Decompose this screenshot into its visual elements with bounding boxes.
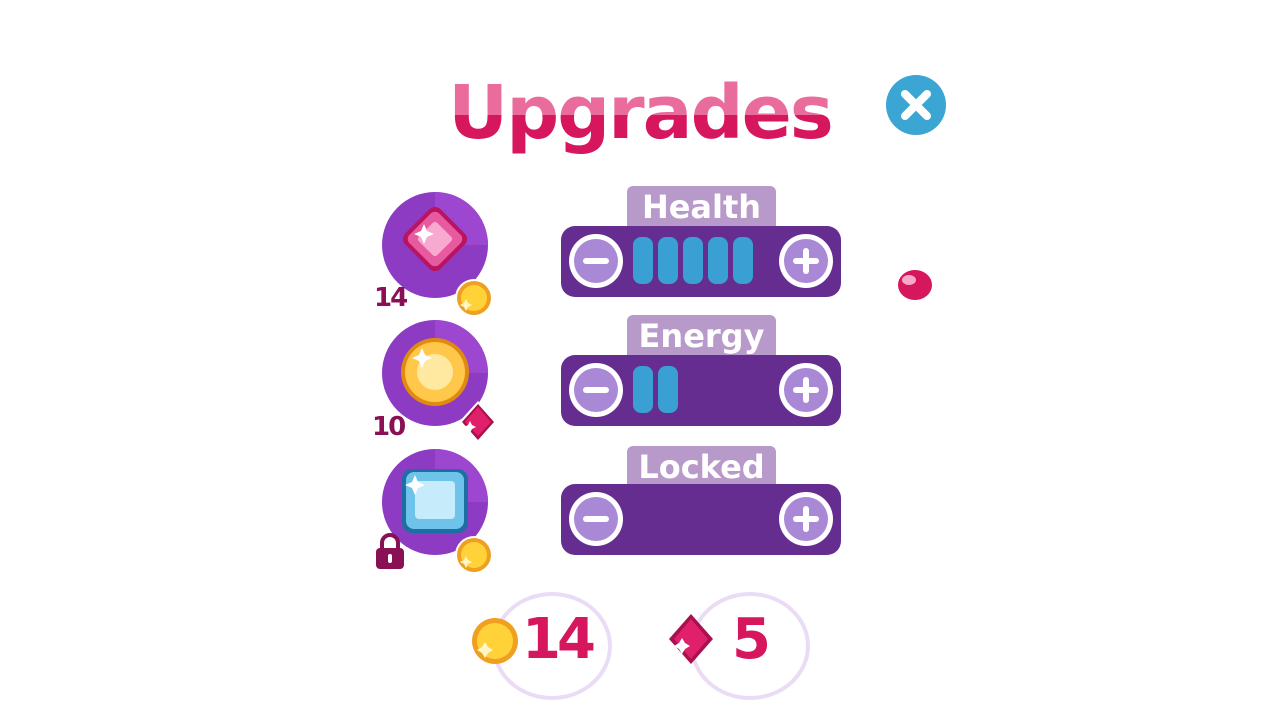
energy-decrease-button[interactable] (569, 363, 623, 417)
cost-label: 14 (374, 283, 408, 313)
coin-icon (455, 279, 493, 317)
level-pip (683, 237, 703, 284)
pink-diamond-icon (669, 614, 713, 664)
coin-icon (455, 536, 493, 574)
locked-decrease-button[interactable] (569, 492, 623, 546)
lock-icon (376, 533, 404, 569)
level-pip (708, 237, 728, 284)
energy-bar (561, 355, 841, 426)
stat-label-health: Health (627, 186, 776, 230)
gem-count: 5 (732, 607, 771, 672)
energy-increase-button[interactable] (779, 363, 833, 417)
locked-increase-button[interactable] (779, 492, 833, 546)
page-title: Upgrades (440, 68, 840, 158)
minus-icon (574, 239, 618, 283)
energy-level-pips (633, 366, 678, 415)
coin-count: 14 (522, 607, 596, 672)
minus-icon (574, 497, 618, 541)
close-button[interactable] (886, 75, 946, 135)
level-pip (633, 366, 653, 413)
plus-icon (784, 368, 828, 412)
pink-orb-icon (898, 270, 932, 300)
coin-icon (472, 618, 518, 664)
minus-icon (574, 368, 618, 412)
cost-label: 10 (372, 412, 406, 442)
locked-bar (561, 484, 841, 555)
health-level-pips (633, 237, 753, 286)
level-pip (733, 237, 753, 284)
health-increase-button[interactable] (779, 234, 833, 288)
level-pip (633, 237, 653, 284)
plus-icon (784, 239, 828, 283)
health-bar (561, 226, 841, 297)
level-pip (658, 237, 678, 284)
close-icon (901, 90, 931, 120)
plus-icon (784, 497, 828, 541)
health-decrease-button[interactable] (569, 234, 623, 288)
level-pip (658, 366, 678, 413)
pink-diamond-icon (459, 401, 497, 443)
stat-label-energy: Energy (627, 315, 776, 359)
